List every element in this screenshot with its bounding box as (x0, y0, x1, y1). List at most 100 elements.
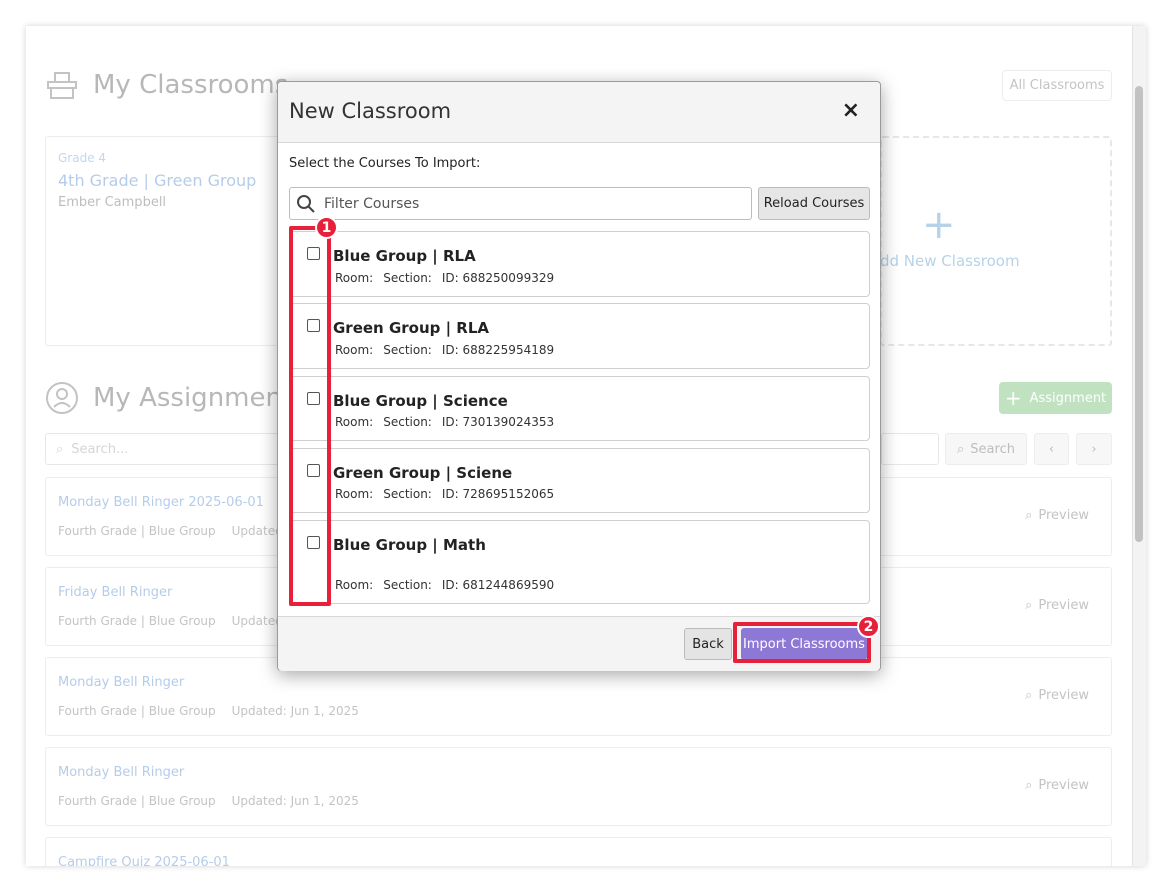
assignment-search-input-end[interactable] (881, 433, 939, 465)
course-item[interactable]: Green Group | RLA Room: Section: ID: 68822… (289, 303, 870, 369)
course-room: Room: (335, 343, 374, 357)
assignment-group: Fourth Grade | Blue Group (58, 524, 216, 538)
course-name: Green Group | RLA (333, 319, 490, 337)
assignment-title[interactable]: Monday Bell Ringer (58, 675, 184, 690)
course-name: Blue Group | Math (333, 536, 486, 554)
search-placeholder: Search... (71, 441, 129, 457)
classroom-card[interactable]: Grade 4 4th Grade | Green Group Ember Ca… (45, 136, 285, 346)
search-icon: ⌕ (1025, 688, 1033, 703)
assignment-row[interactable]: Monday Bell Ringer Fourth Grade | Blue G… (45, 747, 1112, 826)
course-id: ID: 688250099329 (441, 271, 555, 285)
course-item[interactable]: Blue Group | Math Room: Section: ID: 68124… (289, 520, 870, 604)
course-room: Room: (335, 415, 374, 429)
annotation-highlight-import (733, 622, 871, 663)
search-button[interactable]: ⌕ Search (945, 433, 1027, 465)
annotation-highlight-checkboxes (289, 226, 331, 606)
course-section: Section: (383, 271, 432, 285)
course-item[interactable]: Blue Group | RLA Room: Section: ID: 688250… (289, 231, 870, 297)
search-icon (297, 194, 315, 213)
assignment-title[interactable]: Monday Bell Ringer 2025-06-01 (58, 495, 264, 510)
course-meta: Room: Section: ID: 688250099329 (335, 271, 564, 285)
assignment-group: Fourth Grade | Blue Group (58, 794, 216, 808)
assignment-updated: Updated: Jun 1, 2025 (231, 794, 359, 808)
assignment-group: Fourth Grade | Blue Group (58, 704, 216, 718)
assignments-heading: My Assignment (45, 381, 292, 415)
assignment-group: Fourth Grade | Blue Group (58, 614, 216, 628)
filter-courses-field[interactable] (289, 187, 752, 220)
preview-button[interactable]: ⌕ Preview (1025, 508, 1089, 523)
assignment-search-input[interactable]: ⌕ Search... (45, 433, 305, 465)
search-icon: ⌕ (1025, 598, 1033, 613)
classroom-teacher: Ember Campbell (58, 195, 167, 210)
course-meta: Room: Section: ID: 730139024353 (335, 415, 564, 429)
assignment-updated: Updated: Jun 1, 2025 (231, 704, 359, 718)
prev-page-button[interactable]: ‹ (1034, 433, 1069, 465)
course-id: ID: 728695152065 (441, 487, 555, 501)
course-id: ID: 681244869590 (441, 578, 555, 592)
preview-label: Preview (1038, 778, 1089, 793)
add-classroom-card[interactable] (880, 136, 1112, 346)
search-icon: ⌕ (1025, 508, 1033, 523)
search-icon: ⌕ (957, 441, 965, 457)
assignment-meta: Fourth Grade | Blue Group Updated: Jun 1,… (58, 794, 375, 808)
assignments-title: My Assignment (93, 383, 293, 413)
new-classroom-modal: New Classroom × Select the Courses To Im… (277, 81, 881, 671)
course-section: Section: (383, 415, 432, 429)
assignment-title[interactable]: Friday Bell Ringer (58, 585, 172, 600)
course-section: Section: (383, 343, 432, 357)
annotation-badge-2: 2 (857, 615, 880, 638)
course-section: Section: (383, 578, 432, 592)
filter-courses-input[interactable] (324, 195, 724, 212)
assignment-title[interactable]: Campfire Quiz 2025-06-01 (58, 855, 230, 866)
search-icon: ⌕ (56, 441, 64, 457)
back-button[interactable]: Back (684, 628, 732, 660)
course-name: Blue Group | RLA (333, 247, 476, 265)
course-room: Room: (335, 271, 374, 285)
course-meta: Room: Section: ID: 728695152065 (335, 487, 564, 501)
chevron-right-icon: › (1091, 441, 1097, 457)
preview-label: Preview (1038, 598, 1089, 613)
user-circle-icon (46, 382, 78, 414)
add-assignment-button[interactable]: + Assignment (999, 382, 1112, 414)
classrooms-heading: My Classrooms (45, 68, 288, 102)
preview-label: Preview (1038, 508, 1089, 523)
classrooms-title: My Classrooms (93, 70, 289, 100)
course-item[interactable]: Green Group | Sciene Room: Section: ID: 72… (289, 448, 870, 513)
next-page-button[interactable]: › (1076, 433, 1112, 465)
annotation-badge-1: 1 (315, 216, 338, 239)
classroom-desk-icon (47, 72, 77, 99)
search-button-label: Search (970, 441, 1015, 457)
all-classrooms-button[interactable]: All Classrooms (1002, 70, 1112, 101)
reload-courses-button[interactable]: Reload Courses (758, 187, 870, 220)
assignment-row[interactable]: Campfire Quiz 2025-06-01 (45, 837, 1112, 866)
course-id: ID: 730139024353 (441, 415, 555, 429)
preview-label: Preview (1038, 688, 1089, 703)
preview-button[interactable]: ⌕ Preview (1025, 778, 1089, 793)
add-classroom-label: dd New Classroom (880, 252, 1020, 270)
course-name: Blue Group | Science (333, 392, 508, 410)
course-section: Section: (383, 487, 432, 501)
modal-title: New Classroom (289, 99, 452, 123)
course-meta: Room: Section: ID: 681244869590 (335, 578, 564, 592)
course-meta: Room: Section: ID: 688225954189 (335, 343, 564, 357)
chevron-left-icon: ‹ (1048, 441, 1055, 457)
course-room: Room: (335, 487, 374, 501)
search-icon: ⌕ (1025, 778, 1033, 793)
course-id: ID: 688225954189 (441, 343, 555, 357)
assignment-title[interactable]: Monday Bell Ringer (58, 765, 184, 780)
classroom-grade: Grade 4 (58, 151, 107, 165)
classroom-name[interactable]: 4th Grade | Green Group (58, 171, 256, 190)
scrollbar-thumb[interactable] (1135, 86, 1143, 542)
assignment-meta: Fourth Grade | Blue Group Updated: Jun 1,… (58, 704, 375, 718)
course-room: Room: (335, 578, 374, 592)
modal-header: New Classroom × (278, 82, 880, 143)
plus-icon: + (1004, 386, 1022, 410)
close-icon[interactable]: × (842, 98, 860, 123)
preview-button[interactable]: ⌕ Preview (1025, 688, 1089, 703)
preview-button[interactable]: ⌕ Preview (1025, 598, 1089, 613)
modal-subtitle: Select the Courses To Import: (289, 156, 481, 171)
course-name: Green Group | Sciene (333, 464, 513, 482)
course-item[interactable]: Blue Group | Science Room: Section: ID: 73… (289, 376, 870, 441)
add-assignment-label: Assignment (1029, 390, 1107, 406)
plus-icon: + (922, 202, 956, 248)
